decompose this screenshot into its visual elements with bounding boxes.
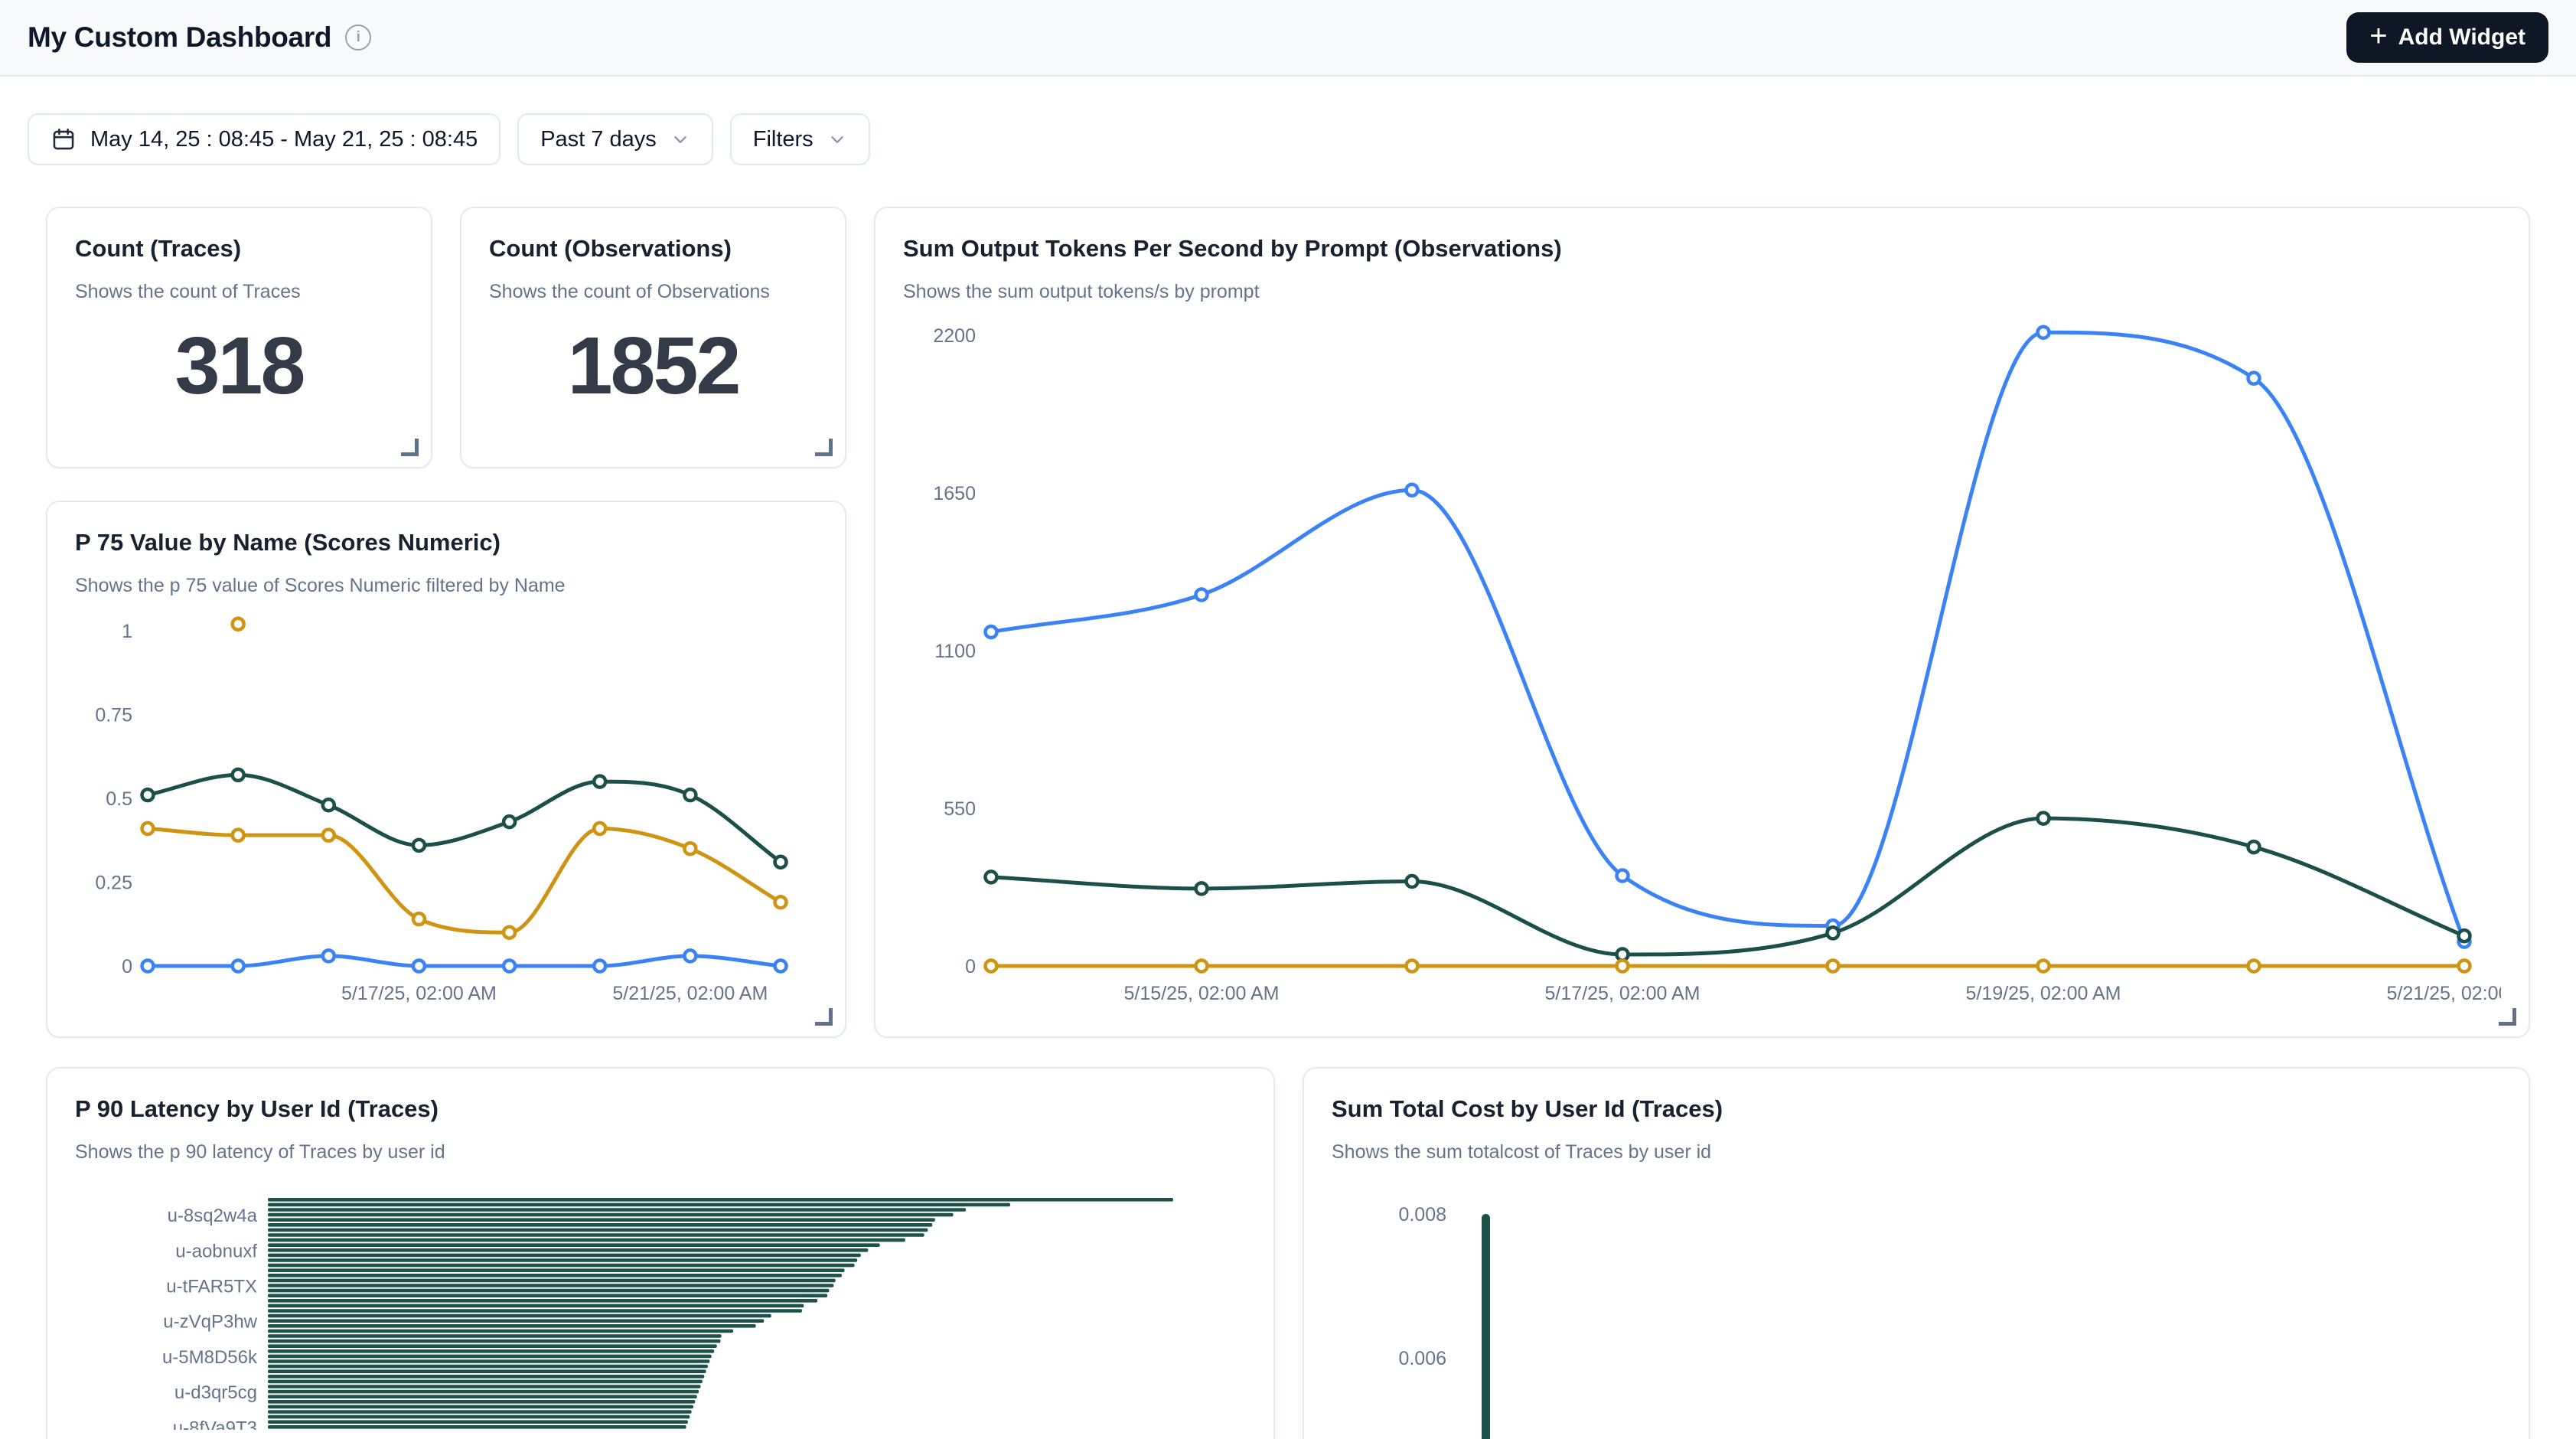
resize-handle-icon[interactable]: [815, 439, 833, 456]
card-title: P 90 Latency by User Id (Traces): [75, 1095, 1246, 1124]
dashboard-page: My Custom Dashboard i + Add Widget May 1…: [0, 0, 2576, 1439]
svg-text:5/21/25, 02:00 AM: 5/21/25, 02:00 AM: [2387, 983, 2501, 1004]
count-traces-card: Count (Traces) Shows the count of Traces…: [46, 207, 432, 468]
filter-toolbar: May 14, 25 : 08:45 - May 21, 25 : 08:45 …: [28, 113, 2548, 165]
chevron-down-icon: [827, 129, 847, 149]
filters-label: Filters: [753, 127, 814, 152]
info-icon[interactable]: i: [345, 24, 371, 51]
card-subtitle: Shows the sum totalcost of Traces by use…: [1332, 1141, 2501, 1163]
total-cost-bar-chart: 0.008 0.006: [1332, 1186, 2501, 1439]
date-range-button[interactable]: May 14, 25 : 08:45 - May 21, 25 : 08:45: [28, 113, 501, 165]
svg-text:1100: 1100: [934, 641, 976, 662]
calendar-icon: [51, 126, 77, 152]
svg-text:5/15/25, 02:00 AM: 5/15/25, 02:00 AM: [1124, 983, 1280, 1004]
card-title: Count (Traces): [75, 234, 403, 264]
svg-text:u-tFAR5TX: u-tFAR5TX: [166, 1276, 257, 1297]
card-subtitle: Shows the p 90 latency of Traces by user…: [75, 1141, 1246, 1163]
card-subtitle: Shows the sum output tokens/s by prompt: [903, 281, 2501, 303]
svg-text:0.25: 0.25: [95, 872, 132, 893]
svg-text:0: 0: [122, 956, 132, 977]
tokens-line-chart: 0 550 1100 1650 2200 5/15/25, 02:00 AM 5/17/25…: [903, 314, 2501, 1010]
widget-grid: Count (Traces) Shows the count of Traces…: [0, 207, 2576, 1439]
svg-text:0: 0: [965, 956, 976, 977]
plus-icon: +: [2369, 21, 2387, 51]
card-subtitle: Shows the p 75 value of Scores Numeric f…: [75, 575, 817, 597]
card-subtitle: Shows the count of Traces: [75, 281, 403, 303]
svg-text:1650: 1650: [933, 483, 976, 504]
add-widget-button[interactable]: + Add Widget: [2346, 12, 2548, 63]
total-cost-card: Sum Total Cost by User Id (Traces) Shows…: [1303, 1067, 2530, 1439]
quick-range-button[interactable]: Past 7 days: [517, 113, 713, 165]
card-title: Count (Observations): [489, 234, 817, 264]
card-subtitle: Shows the count of Observations: [489, 281, 817, 303]
add-widget-label: Add Widget: [2398, 24, 2525, 51]
count-observations-card: Count (Observations) Shows the count of …: [460, 207, 846, 468]
svg-text:1: 1: [122, 621, 132, 642]
svg-text:0.008: 0.008: [1398, 1204, 1446, 1225]
date-range-label: May 14, 25 : 08:45 - May 21, 25 : 08:45: [90, 127, 478, 152]
svg-text:u-8sq2w4a: u-8sq2w4a: [168, 1206, 258, 1226]
resize-handle-icon[interactable]: [815, 1008, 833, 1026]
count-traces-value: 318: [75, 303, 403, 441]
svg-text:2200: 2200: [933, 325, 976, 347]
page-header: My Custom Dashboard i + Add Widget: [0, 0, 2576, 77]
quick-range-label: Past 7 days: [540, 127, 657, 152]
page-title-group: My Custom Dashboard i: [28, 21, 371, 54]
svg-text:u-d3qr5cg: u-d3qr5cg: [174, 1382, 257, 1403]
svg-text:u-aobnuxf: u-aobnuxf: [175, 1241, 257, 1261]
svg-text:u-zVqP3hw: u-zVqP3hw: [163, 1311, 257, 1332]
p75-line-chart: 0 0.25 0.5 0.75 1 5/17/25, 02:00 AM 5/21/25, 0…: [75, 608, 817, 1010]
svg-text:0.75: 0.75: [95, 704, 132, 726]
svg-text:0.006: 0.006: [1398, 1348, 1446, 1369]
p90-bar-chart: u-8sq2w4a u-aobnuxf u-tFAR5TX u-zVqP3hw u-5M…: [75, 1197, 1246, 1439]
card-title: Sum Output Tokens Per Second by Prompt (…: [903, 234, 2501, 264]
svg-text:u-5M8D56k: u-5M8D56k: [162, 1347, 258, 1368]
card-title: P 75 Value by Name (Scores Numeric): [75, 528, 817, 558]
chevron-down-icon: [670, 129, 690, 149]
svg-text:550: 550: [944, 798, 976, 820]
svg-text:5/17/25, 02:00 AM: 5/17/25, 02:00 AM: [341, 983, 497, 1004]
svg-text:5/21/25, 02:00 AM: 5/21/25, 02:00 AM: [612, 983, 768, 1004]
svg-text:u-8fVa9T3: u-8fVa9T3: [173, 1418, 257, 1430]
page-title: My Custom Dashboard: [28, 21, 331, 54]
svg-text:0.5: 0.5: [106, 788, 132, 810]
tokens-per-second-card: Sum Output Tokens Per Second by Prompt (…: [874, 207, 2530, 1038]
resize-handle-icon[interactable]: [2499, 1008, 2516, 1026]
p75-scores-card: P 75 Value by Name (Scores Numeric) Show…: [46, 501, 846, 1038]
filters-button[interactable]: Filters: [730, 113, 870, 165]
resize-handle-icon[interactable]: [401, 439, 419, 456]
count-observations-value: 1852: [489, 303, 817, 441]
card-title: Sum Total Cost by User Id (Traces): [1332, 1095, 2501, 1124]
p90-latency-card: P 90 Latency by User Id (Traces) Shows t…: [46, 1067, 1275, 1439]
svg-text:5/17/25, 02:00 AM: 5/17/25, 02:00 AM: [1545, 983, 1700, 1004]
svg-text:5/19/25, 02:00 AM: 5/19/25, 02:00 AM: [1966, 983, 2121, 1004]
